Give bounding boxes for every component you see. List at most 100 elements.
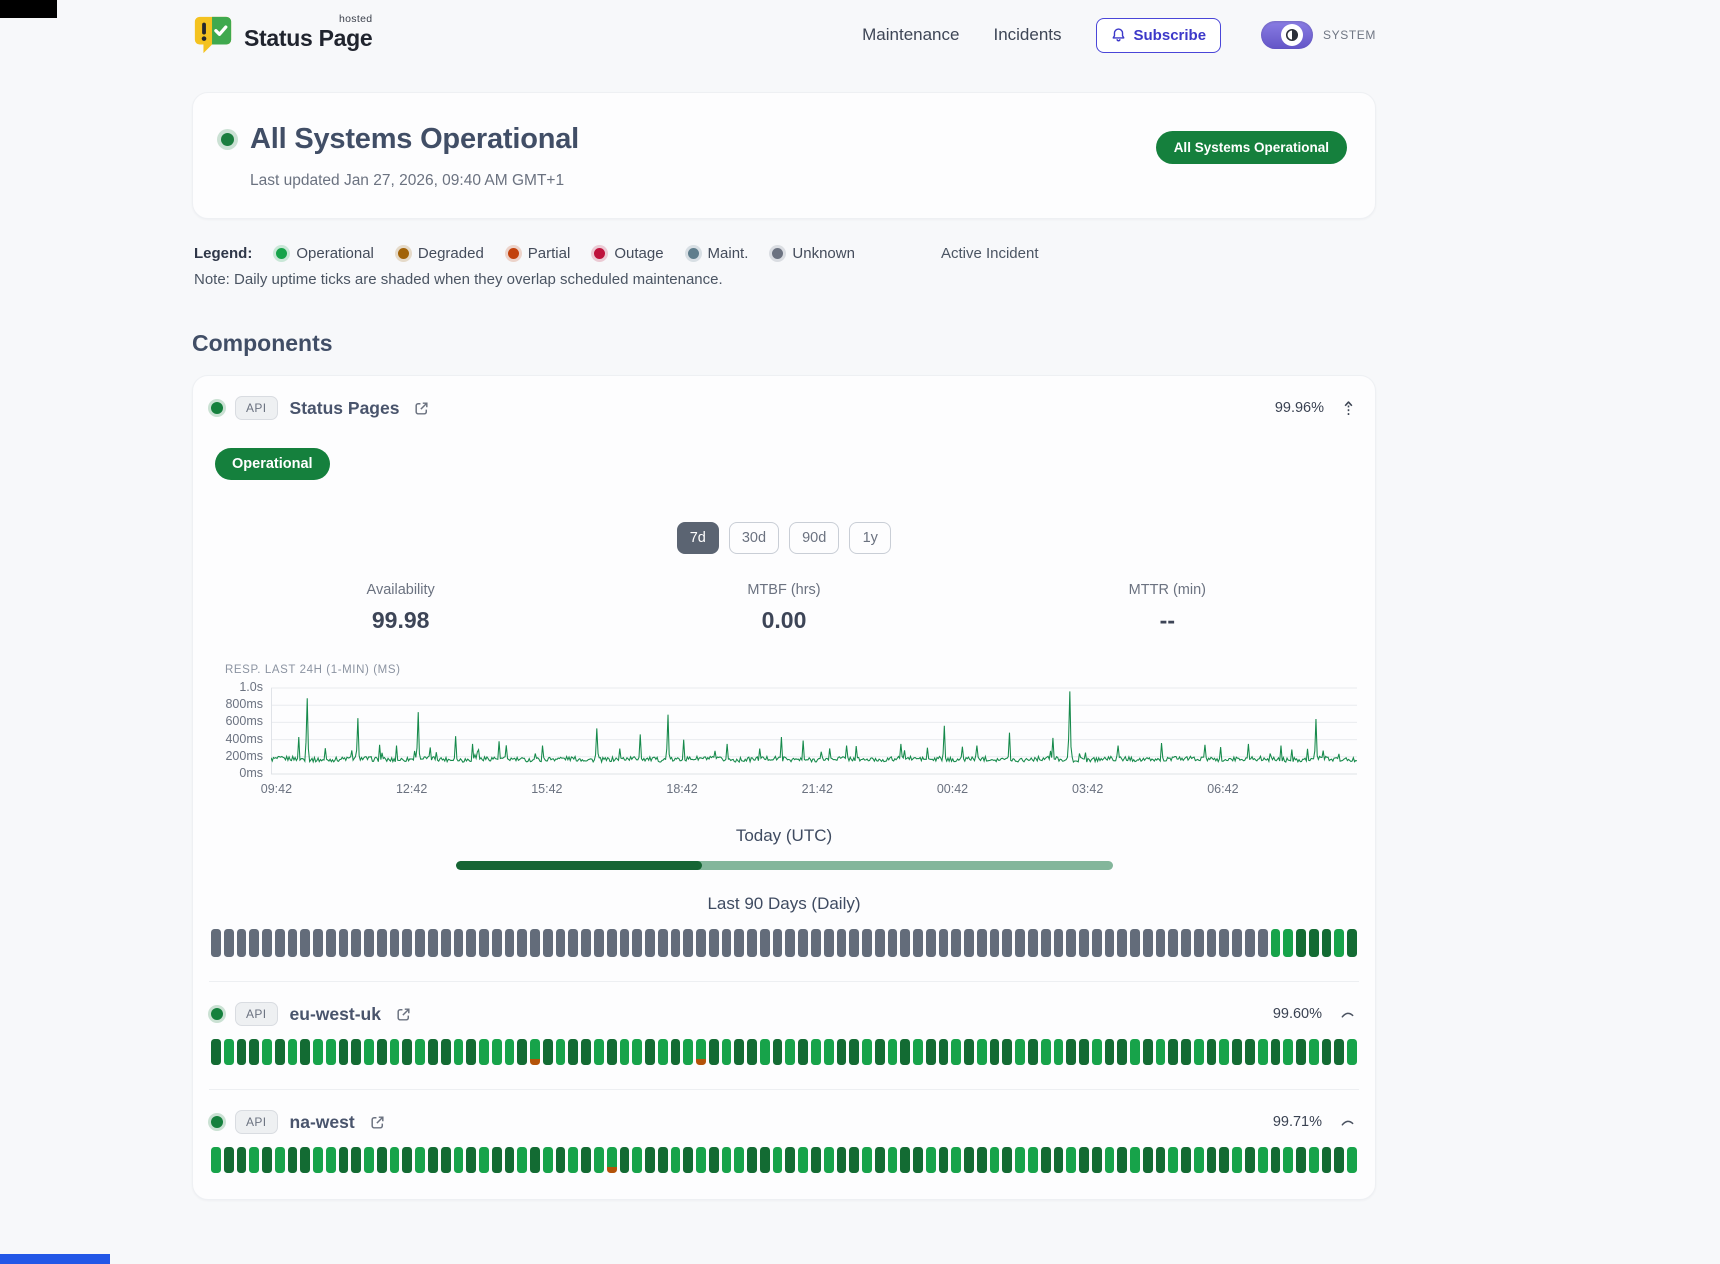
uptime-tick[interactable]: [862, 1039, 872, 1065]
uptime-tick[interactable]: [1194, 1147, 1204, 1173]
collapse-button[interactable]: [1340, 397, 1357, 419]
uptime-tick[interactable]: [1181, 1147, 1191, 1173]
uptime-tick[interactable]: [402, 1147, 412, 1173]
uptime-tick[interactable]: [479, 1147, 489, 1173]
uptime-tick[interactable]: [1066, 1147, 1076, 1173]
brand[interactable]: hosted Status Page: [192, 14, 372, 56]
expand-button[interactable]: [1338, 1007, 1357, 1021]
uptime-tick[interactable]: [1309, 1147, 1319, 1173]
uptime-tick[interactable]: [517, 929, 527, 957]
uptime-tick[interactable]: [811, 929, 821, 957]
uptime-tick[interactable]: [1168, 1039, 1178, 1065]
uptime-tick[interactable]: [1296, 1147, 1306, 1173]
uptime-tick[interactable]: [1028, 1039, 1038, 1065]
uptime-tick[interactable]: [224, 1147, 234, 1173]
uptime-tick[interactable]: [1041, 1147, 1051, 1173]
uptime-tick[interactable]: [658, 1039, 668, 1065]
uptime-tick[interactable]: [1130, 1039, 1140, 1065]
uptime-tick[interactable]: [377, 1147, 387, 1173]
uptime-tick[interactable]: [1232, 1039, 1242, 1065]
uptime-tick[interactable]: [262, 929, 272, 957]
uptime-tick[interactable]: [607, 1039, 617, 1065]
uptime-tick[interactable]: [441, 1039, 451, 1065]
uptime-tick[interactable]: [875, 929, 885, 957]
uptime-tick[interactable]: [811, 1039, 821, 1065]
uptime-tick[interactable]: [645, 929, 655, 957]
uptime-tick[interactable]: [977, 1147, 987, 1173]
uptime-tick[interactable]: [530, 1039, 540, 1065]
uptime-tick[interactable]: [773, 929, 783, 957]
uptime-tick[interactable]: [1219, 1039, 1229, 1065]
uptime-tick[interactable]: [734, 1147, 744, 1173]
uptime-tick[interactable]: [1347, 929, 1357, 957]
uptime-tick[interactable]: [722, 1147, 732, 1173]
uptime-tick[interactable]: [1309, 1039, 1319, 1065]
uptime-tick[interactable]: [1117, 1147, 1127, 1173]
uptime-tick[interactable]: [1002, 929, 1012, 957]
uptime-tick[interactable]: [1283, 929, 1293, 957]
uptime-tick[interactable]: [990, 1147, 1000, 1173]
uptime-tick[interactable]: [249, 1039, 259, 1065]
uptime-tick[interactable]: [696, 1147, 706, 1173]
uptime-tick[interactable]: [377, 929, 387, 957]
uptime-tick[interactable]: [517, 1147, 527, 1173]
uptime-tick[interactable]: [632, 1039, 642, 1065]
uptime-tick[interactable]: [747, 1039, 757, 1065]
uptime-tick[interactable]: [696, 929, 706, 957]
uptime-tick[interactable]: [543, 1039, 553, 1065]
uptime-tick[interactable]: [428, 1147, 438, 1173]
uptime-tick[interactable]: [977, 1039, 987, 1065]
uptime-tick[interactable]: [849, 929, 859, 957]
uptime-tick[interactable]: [913, 1039, 923, 1065]
uptime-tick[interactable]: [837, 1039, 847, 1065]
uptime-tick[interactable]: [249, 1147, 259, 1173]
uptime-tick[interactable]: [543, 929, 553, 957]
nav-incidents[interactable]: Incidents: [993, 25, 1061, 45]
uptime-tick[interactable]: [313, 1039, 323, 1065]
uptime-tick[interactable]: [607, 929, 617, 957]
range-button-1y[interactable]: 1y: [849, 522, 891, 554]
uptime-tick[interactable]: [1271, 1147, 1281, 1173]
uptime-tick[interactable]: [556, 1147, 566, 1173]
uptime-tick[interactable]: [709, 929, 719, 957]
uptime-tick[interactable]: [632, 1147, 642, 1173]
uptime-tick[interactable]: [849, 1039, 859, 1065]
uptime-tick[interactable]: [594, 1147, 604, 1173]
uptime-tick[interactable]: [1232, 1147, 1242, 1173]
uptime-tick[interactable]: [1092, 1039, 1102, 1065]
uptime-tick[interactable]: [1245, 1147, 1255, 1173]
uptime-tick[interactable]: [1015, 929, 1025, 957]
uptime-tick[interactable]: [543, 1147, 553, 1173]
uptime-tick[interactable]: [288, 1039, 298, 1065]
uptime-tick[interactable]: [1283, 1147, 1293, 1173]
uptime-tick[interactable]: [313, 1147, 323, 1173]
uptime-tick[interactable]: [466, 929, 476, 957]
uptime-tick[interactable]: [1105, 1147, 1115, 1173]
uptime-tick[interactable]: [479, 1039, 489, 1065]
uptime-tick[interactable]: [1219, 929, 1229, 957]
uptime-tick[interactable]: [683, 1039, 693, 1065]
uptime-tick[interactable]: [556, 1039, 566, 1065]
uptime-tick[interactable]: [262, 1147, 272, 1173]
uptime-tick[interactable]: [747, 929, 757, 957]
uptime-tick[interactable]: [620, 1147, 630, 1173]
uptime-tick[interactable]: [415, 1147, 425, 1173]
uptime-tick[interactable]: [734, 929, 744, 957]
uptime-tick[interactable]: [428, 1039, 438, 1065]
uptime-tick[interactable]: [939, 1039, 949, 1065]
uptime-tick[interactable]: [211, 1147, 221, 1173]
uptime-tick[interactable]: [798, 1147, 808, 1173]
uptime-tick[interactable]: [939, 1147, 949, 1173]
uptime-tick[interactable]: [785, 929, 795, 957]
uptime-tick[interactable]: [505, 929, 515, 957]
uptime-tick[interactable]: [671, 1039, 681, 1065]
uptime-tick[interactable]: [1347, 1039, 1357, 1065]
uptime-tick[interactable]: [798, 1039, 808, 1065]
uptime-tick[interactable]: [1207, 1039, 1217, 1065]
uptime-tick[interactable]: [1092, 1147, 1102, 1173]
external-link-icon[interactable]: [369, 1114, 386, 1131]
uptime-tick[interactable]: [530, 929, 540, 957]
uptime-tick[interactable]: [339, 929, 349, 957]
uptime-tick[interactable]: [530, 1147, 540, 1173]
uptime-tick[interactable]: [1002, 1147, 1012, 1173]
